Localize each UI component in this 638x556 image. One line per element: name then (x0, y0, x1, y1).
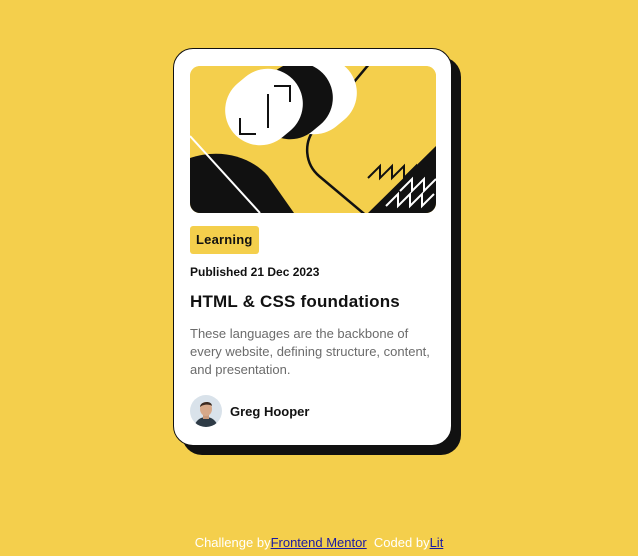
attribution-prefix: Challenge by (194, 535, 271, 550)
abstract-illustration-image (190, 66, 436, 213)
frontend-mentor-link[interactable]: Frontend Mentor (271, 535, 367, 550)
hero-illustration (190, 66, 436, 213)
author: Greg Hooper (190, 395, 309, 427)
attribution-footer: Challenge byFrontend Mentor Coded byLit (0, 535, 638, 550)
avatar (190, 395, 222, 427)
avatar-photo-icon (190, 395, 222, 427)
blog-preview-card: Learning Published 21 Dec 2023 HTML & CS… (173, 48, 452, 446)
published-date: Published 21 Dec 2023 (190, 265, 320, 279)
author-link[interactable]: Lit (430, 535, 444, 550)
category-tag: Learning (190, 226, 259, 254)
author-name: Greg Hooper (230, 403, 310, 419)
attribution-middle: Coded by (373, 535, 430, 550)
card-description: These languages are the backbone of ever… (190, 326, 430, 377)
card-title[interactable]: HTML & CSS foundations (190, 292, 400, 312)
